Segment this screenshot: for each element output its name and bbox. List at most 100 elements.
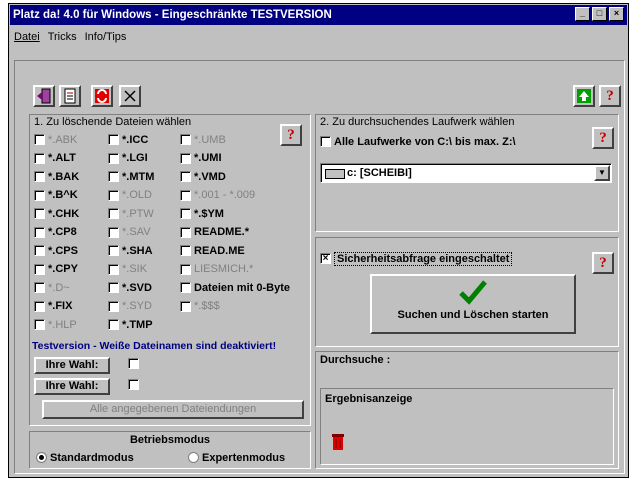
- checkbox-box[interactable]: [34, 319, 45, 330]
- standard-mode-radio[interactable]: Standardmodus: [36, 451, 134, 464]
- checkbox-box[interactable]: [34, 300, 45, 312]
- file-type-checkbox[interactable]: *.CHK: [34, 207, 79, 220]
- file-type-checkbox[interactable]: *.CPY: [34, 263, 78, 276]
- menu-info[interactable]: Info/Tips: [85, 28, 127, 46]
- close-button[interactable]: ×: [609, 7, 624, 21]
- mode-panel: Betriebsmodus Standardmodus Expertenmodu…: [29, 431, 311, 469]
- drive-icon: [325, 169, 345, 179]
- checkbox-box[interactable]: [180, 152, 191, 164]
- file-type-checkbox[interactable]: *.ICC: [108, 133, 148, 146]
- checkbox-box[interactable]: [108, 226, 119, 238]
- checkbox-box[interactable]: [108, 245, 119, 256]
- file-type-checkbox[interactable]: *.SHA: [108, 244, 153, 257]
- file-type-checkbox[interactable]: *.VMD: [180, 170, 226, 183]
- minimize-button[interactable]: _: [575, 7, 590, 21]
- help-icon: ?: [599, 255, 607, 271]
- checkbox-box[interactable]: [108, 263, 119, 275]
- checkbox-box[interactable]: [180, 171, 191, 182]
- file-type-checkbox[interactable]: *.CPS: [34, 244, 78, 257]
- checkbox-box[interactable]: [34, 152, 45, 164]
- checkbox-box[interactable]: [108, 134, 119, 145]
- checkbox-box[interactable]: [34, 208, 45, 219]
- file-type-checkbox[interactable]: README.*: [180, 226, 249, 239]
- notes-button[interactable]: [59, 85, 81, 107]
- help-button-section1[interactable]: ?: [280, 124, 302, 146]
- file-type-checkbox[interactable]: *.$YM: [180, 207, 224, 220]
- expert-mode-radio[interactable]: Expertenmodus: [188, 451, 285, 464]
- chevron-down-icon[interactable]: ▼: [594, 165, 610, 181]
- file-type-checkbox[interactable]: *.MTM: [108, 170, 154, 183]
- all-drives-box[interactable]: [320, 136, 331, 147]
- checkbox-box[interactable]: [34, 245, 45, 256]
- checkbox-box[interactable]: [34, 226, 45, 238]
- file-type-checkbox[interactable]: *.ABK: [34, 133, 77, 146]
- start-search-delete-button[interactable]: Suchen und Löschen starten: [370, 274, 576, 334]
- file-type-checkbox[interactable]: *.PTW: [108, 207, 154, 220]
- menu-tricks[interactable]: Tricks: [48, 28, 77, 46]
- close-x-button[interactable]: [119, 85, 141, 107]
- file-type-checkbox[interactable]: *.BAK: [34, 170, 79, 183]
- file-type-checkbox[interactable]: *.LGI: [108, 152, 148, 165]
- custom-choice-button-1[interactable]: Ihre Wahl:: [34, 357, 110, 374]
- recycle-button[interactable]: [91, 85, 113, 107]
- checkbox-box[interactable]: [34, 171, 45, 182]
- file-type-checkbox[interactable]: Dateien mit 0-Byte: [180, 281, 290, 294]
- file-type-checkbox[interactable]: LIESMICH.*: [180, 263, 253, 276]
- file-type-checkbox[interactable]: *.TMP: [108, 318, 153, 331]
- checkbox-box[interactable]: [34, 263, 45, 275]
- file-type-checkbox[interactable]: *.B^K: [34, 189, 78, 202]
- custom-choice-checkbox-1[interactable]: [128, 358, 139, 369]
- checkbox-box[interactable]: [108, 319, 119, 330]
- checkbox-box[interactable]: [180, 245, 191, 256]
- checkbox-box[interactable]: [180, 226, 191, 238]
- file-type-checkbox[interactable]: *.SYD: [108, 300, 152, 313]
- exit-button[interactable]: [33, 85, 55, 107]
- custom-choice-button-2[interactable]: Ihre Wahl:: [34, 378, 110, 395]
- all-drives-checkbox[interactable]: Alle Laufwerke von C:\ bis max. Z:\: [320, 135, 516, 148]
- drive-select[interactable]: c: [SCHEIBI] ▼: [320, 163, 612, 183]
- checkbox-box[interactable]: [180, 263, 191, 275]
- checkbox-box[interactable]: [180, 208, 191, 219]
- checkbox-box[interactable]: [180, 300, 191, 312]
- checkbox-box[interactable]: [180, 134, 191, 145]
- checkbox-box[interactable]: [34, 134, 45, 145]
- checkbox-box[interactable]: [34, 282, 45, 293]
- help-button-safety[interactable]: ?: [592, 252, 614, 274]
- checkbox-box[interactable]: [108, 152, 119, 164]
- menu-datei[interactable]: Datei: [14, 28, 40, 46]
- file-type-checkbox[interactable]: *.OLD: [108, 189, 152, 202]
- update-button[interactable]: [573, 85, 595, 107]
- help-button-top[interactable]: ?: [599, 85, 621, 107]
- file-type-checkbox[interactable]: *.HLP: [34, 318, 77, 331]
- maximize-button[interactable]: □: [592, 7, 607, 21]
- file-type-label: *.MTM: [122, 170, 155, 183]
- file-type-checkbox[interactable]: *.001 - *.009: [180, 189, 255, 202]
- file-type-checkbox[interactable]: *.UMI: [180, 152, 222, 165]
- file-type-checkbox[interactable]: *.SVD: [108, 281, 152, 294]
- file-type-checkbox[interactable]: *.FIX: [34, 300, 72, 313]
- checkbox-box[interactable]: [108, 300, 119, 312]
- checkbox-box[interactable]: [108, 189, 119, 201]
- title-bar[interactable]: Platz da! 4.0 für Windows - Eingeschränk…: [10, 5, 627, 25]
- checkbox-box[interactable]: [180, 189, 191, 201]
- safety-box[interactable]: ×: [320, 253, 331, 264]
- file-type-checkbox[interactable]: *.$$$: [180, 300, 220, 313]
- checkbox-box[interactable]: [108, 171, 119, 182]
- mode-title: Betriebsmodus: [129, 434, 211, 446]
- help-button-section2[interactable]: ?: [592, 127, 614, 149]
- file-type-checkbox[interactable]: READ.ME: [180, 244, 245, 257]
- safety-checkbox[interactable]: × Sicherheitsabfrage eingeschaltet: [320, 251, 513, 266]
- file-type-checkbox[interactable]: *.SIK: [108, 263, 147, 276]
- file-type-checkbox[interactable]: *.ALT: [34, 152, 76, 165]
- close-x-icon: [124, 90, 136, 102]
- file-type-checkbox[interactable]: *.SAV: [108, 226, 151, 239]
- checkbox-box[interactable]: [180, 282, 191, 293]
- file-type-checkbox[interactable]: *.D~: [34, 281, 70, 294]
- all-extensions-button[interactable]: Alle angegebenen Dateiendungen: [42, 400, 304, 419]
- checkbox-box[interactable]: [34, 189, 45, 201]
- checkbox-box[interactable]: [108, 208, 119, 219]
- file-type-checkbox[interactable]: *.UMB: [180, 133, 226, 146]
- custom-choice-checkbox-2[interactable]: [128, 379, 139, 390]
- checkbox-box[interactable]: [108, 282, 119, 293]
- file-type-checkbox[interactable]: *.CP8: [34, 226, 77, 239]
